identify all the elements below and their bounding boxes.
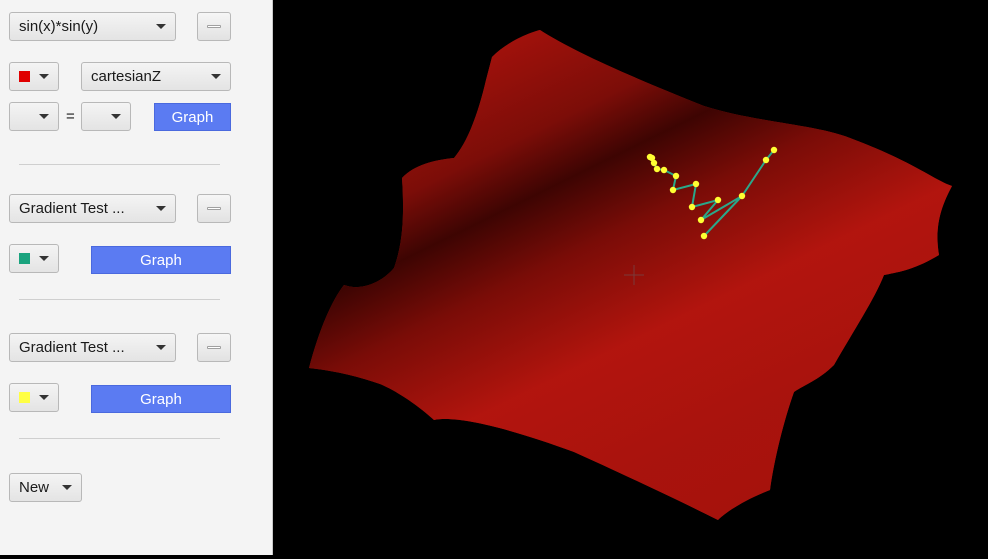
path-point: [697, 216, 705, 224]
color-swatch: [19, 71, 30, 82]
color-swatch: [19, 253, 30, 264]
function-select[interactable]: sin(x)*sin(y): [9, 12, 176, 41]
color-picker[interactable]: [9, 62, 59, 91]
gradient-graph-button[interactable]: Graph: [91, 385, 231, 413]
path-point: [688, 203, 696, 211]
remove-gradient-button[interactable]: [197, 333, 231, 362]
minus-icon: [207, 207, 221, 210]
chevron-down-icon: [156, 206, 166, 211]
minus-icon: [207, 346, 221, 349]
graph-button[interactable]: Graph: [154, 103, 231, 131]
path-point: [669, 186, 677, 194]
chevron-down-icon: [156, 345, 166, 350]
coordinate-system-label: cartesianZ: [91, 68, 162, 85]
chevron-down-icon: [39, 74, 49, 79]
gradient-select[interactable]: Gradient Test ...: [9, 194, 176, 223]
remove-equation-button[interactable]: [197, 12, 231, 41]
graph-viewport[interactable]: [274, 0, 988, 555]
divider: [19, 164, 220, 165]
minus-icon: [207, 25, 221, 28]
path-point: [672, 172, 680, 180]
path-point: [762, 156, 770, 164]
divider: [19, 438, 220, 439]
gradient-graph-button[interactable]: Graph: [91, 246, 231, 274]
gradient-select-label: Gradient Test ...: [19, 339, 125, 356]
new-item-label: New: [19, 479, 50, 496]
path-point: [660, 166, 668, 174]
remove-gradient-button[interactable]: [197, 194, 231, 223]
path-point: [653, 165, 661, 173]
gradient-color-picker[interactable]: [9, 383, 59, 412]
equation-panel: sin(x)*sin(y) cartesianZ = Graph Gradien…: [0, 0, 273, 555]
gradient-select[interactable]: Gradient Test ...: [9, 333, 176, 362]
color-swatch: [19, 392, 30, 403]
path-point: [770, 146, 778, 154]
rhs-variable-select[interactable]: [81, 102, 131, 131]
graph-canvas[interactable]: [274, 0, 988, 555]
new-item-select[interactable]: New: [9, 473, 82, 502]
function-select-label: sin(x)*sin(y): [19, 18, 99, 35]
chevron-down-icon: [62, 485, 72, 490]
chevron-down-icon: [39, 256, 49, 261]
chevron-down-icon: [156, 24, 166, 29]
chevron-down-icon: [39, 114, 49, 119]
chevron-down-icon: [111, 114, 121, 119]
chevron-down-icon: [211, 74, 221, 79]
equals-sign: =: [66, 108, 75, 125]
coordinate-system-select[interactable]: cartesianZ: [81, 62, 231, 91]
gradient-color-picker[interactable]: [9, 244, 59, 273]
lhs-variable-select[interactable]: [9, 102, 59, 131]
path-point: [692, 180, 700, 188]
path-point: [738, 192, 746, 200]
path-point: [646, 153, 654, 161]
divider: [19, 299, 220, 300]
path-point: [700, 232, 708, 240]
gradient-select-label: Gradient Test ...: [19, 200, 125, 217]
chevron-down-icon: [39, 395, 49, 400]
path-point: [714, 196, 722, 204]
